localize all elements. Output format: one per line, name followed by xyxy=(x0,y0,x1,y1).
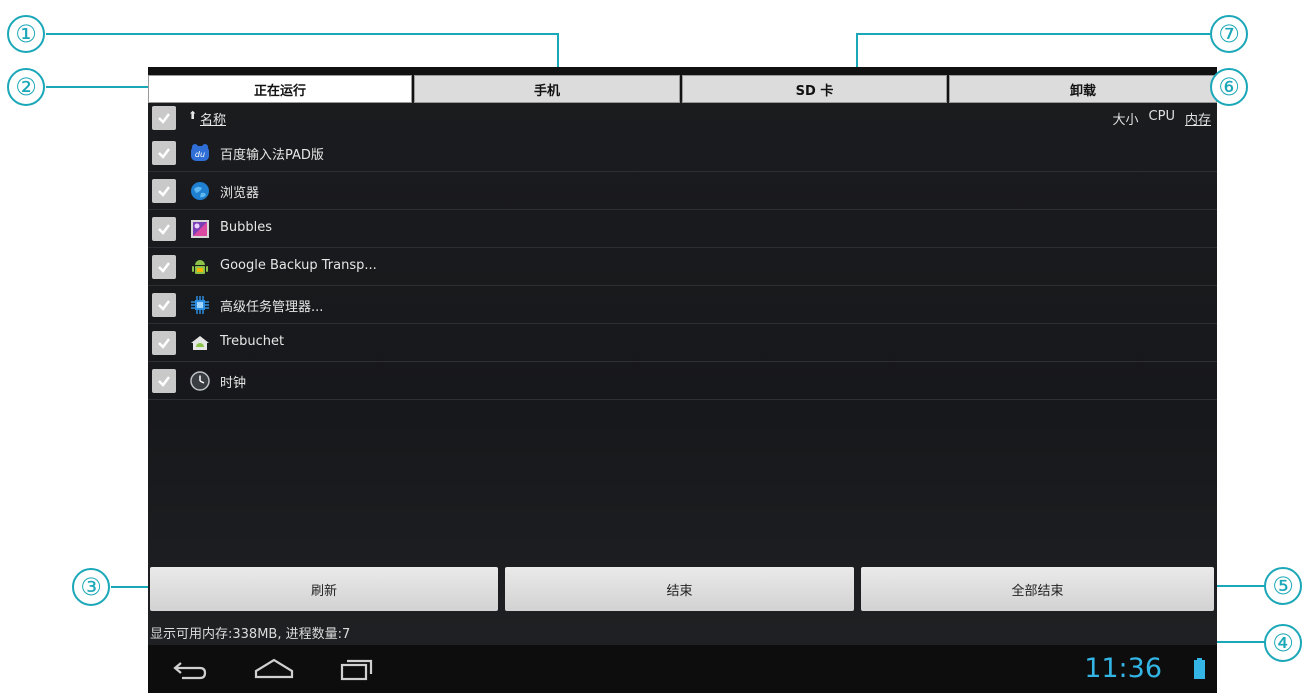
app-name: 浏览器 xyxy=(220,186,260,201)
list-item[interactable]: Bubbles xyxy=(148,210,1217,248)
refresh-button[interactable]: 刷新 xyxy=(150,567,498,611)
tab-uninstall[interactable]: 卸载 xyxy=(949,75,1217,103)
android-robot-icon xyxy=(192,260,208,274)
home-icon[interactable] xyxy=(252,655,296,683)
end-button[interactable]: 结束 xyxy=(505,567,854,611)
tab-bar: 正在运行 手机 SD 卡 卸载 xyxy=(148,67,1217,103)
status-text: 显示可用内存:338MB, 进程数量:7 xyxy=(150,627,351,642)
callout-1: ① xyxy=(7,15,45,53)
list-item[interactable]: du 百度输入法PAD版 xyxy=(148,134,1217,172)
list-item[interactable]: Trebuchet xyxy=(148,324,1217,362)
task-manager-icon xyxy=(191,296,209,314)
system-navbar: 11:36 xyxy=(148,645,1217,693)
row-checkbox[interactable] xyxy=(152,141,176,165)
bubbles-icon xyxy=(191,220,209,238)
list-item[interactable]: Google Backup Transp... xyxy=(148,248,1217,286)
sort-arrow-icon: ⬆ xyxy=(188,109,198,122)
checkmark-icon xyxy=(158,186,170,197)
list-item[interactable]: 浏览器 xyxy=(148,172,1217,210)
tab-phone[interactable]: 手机 xyxy=(414,75,680,103)
battery-icon xyxy=(1194,658,1205,679)
sort-by-size[interactable]: 大小 xyxy=(1113,109,1139,128)
callout-7: ⑦ xyxy=(1210,15,1248,53)
select-all-checkbox[interactable] xyxy=(152,106,176,130)
app-name: 高级任务管理器... xyxy=(220,300,324,315)
sort-by-memory[interactable]: 内存 xyxy=(1185,109,1211,128)
row-checkbox[interactable] xyxy=(152,179,176,203)
callout-3: ③ xyxy=(72,568,110,606)
checkmark-icon xyxy=(158,113,170,124)
app-name: Trebuchet xyxy=(220,334,285,349)
end-all-button[interactable]: 全部结束 xyxy=(861,567,1214,611)
callout-5: ⑤ xyxy=(1264,567,1302,605)
checkmark-icon xyxy=(158,300,170,311)
list-header: ⬆ 名称 大小 CPU 内存 xyxy=(148,102,1217,134)
app-name: 百度输入法PAD版 xyxy=(220,148,324,163)
row-checkbox[interactable] xyxy=(152,293,176,317)
checkmark-icon xyxy=(158,376,170,387)
column-headers: 大小 CPU 内存 xyxy=(1113,109,1211,128)
checkmark-icon xyxy=(158,338,170,349)
back-icon[interactable] xyxy=(170,655,210,683)
sort-by-name[interactable]: 名称 xyxy=(200,109,226,128)
browser-globe-icon xyxy=(191,182,209,200)
app-name: Google Backup Transp... xyxy=(220,258,377,273)
callout-2: ② xyxy=(7,68,45,106)
figure-root: 正在运行 手机 SD 卡 卸载 ⬆ 名称 大小 CPU 内存 du 百度输入法P… xyxy=(0,0,1315,693)
callout-4: ④ xyxy=(1264,624,1302,662)
checkmark-icon xyxy=(158,148,170,159)
list-item[interactable]: 时钟 xyxy=(148,362,1217,400)
tab-running[interactable]: 正在运行 xyxy=(148,75,412,103)
checkmark-icon xyxy=(158,262,170,273)
sort-by-cpu[interactable]: CPU xyxy=(1149,109,1175,128)
row-checkbox[interactable] xyxy=(152,331,176,355)
row-checkbox[interactable] xyxy=(152,217,176,241)
recent-apps-icon[interactable] xyxy=(336,655,376,683)
row-checkbox[interactable] xyxy=(152,255,176,279)
device-screen: 正在运行 手机 SD 卡 卸载 ⬆ 名称 大小 CPU 内存 du 百度输入法P… xyxy=(148,67,1217,693)
svg-text:du: du xyxy=(195,150,205,159)
clock-icon xyxy=(190,371,210,391)
checkmark-icon xyxy=(158,224,170,235)
app-name: Bubbles xyxy=(220,220,273,235)
tab-sd-card[interactable]: SD 卡 xyxy=(682,75,947,103)
callout-6: ⑥ xyxy=(1210,68,1248,106)
row-checkbox[interactable] xyxy=(152,369,176,393)
list-item[interactable]: 高级任务管理器... xyxy=(148,286,1217,324)
trebuchet-home-icon xyxy=(191,336,209,350)
app-name: 时钟 xyxy=(220,376,247,391)
status-clock: 11:36 xyxy=(1084,653,1162,684)
baidu-input-icon: du xyxy=(191,144,209,161)
